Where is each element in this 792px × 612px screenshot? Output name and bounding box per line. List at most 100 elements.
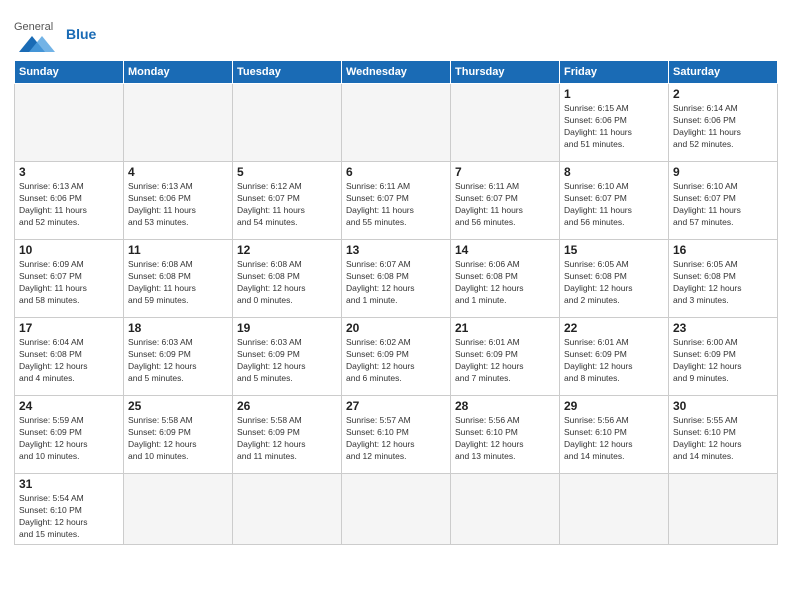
day-info: Sunrise: 6:01 AM Sunset: 6:09 PM Dayligh… [455, 337, 555, 385]
calendar-cell: 10Sunrise: 6:09 AM Sunset: 6:07 PM Dayli… [15, 240, 124, 318]
day-number: 10 [19, 243, 119, 257]
calendar-cell [560, 474, 669, 545]
calendar-cell: 23Sunrise: 6:00 AM Sunset: 6:09 PM Dayli… [669, 318, 778, 396]
day-number: 30 [673, 399, 773, 413]
calendar-cell: 25Sunrise: 5:58 AM Sunset: 6:09 PM Dayli… [124, 396, 233, 474]
weekday-header-monday: Monday [124, 61, 233, 84]
day-info: Sunrise: 5:58 AM Sunset: 6:09 PM Dayligh… [128, 415, 228, 463]
day-info: Sunrise: 6:15 AM Sunset: 6:06 PM Dayligh… [564, 103, 664, 151]
calendar-cell: 22 Sunrise: 6:01 AM Sunset: 6:09 PM Dayli… [560, 318, 669, 396]
day-number: 31 [19, 477, 119, 491]
calendar-cell: 15Sunrise: 6:05 AM Sunset: 6:08 PM Dayli… [560, 240, 669, 318]
day-number: 13 [346, 243, 446, 257]
day-number: 1 [564, 87, 664, 101]
day-number: 5 [237, 165, 337, 179]
weekday-header-saturday: Saturday [669, 61, 778, 84]
calendar-cell [15, 84, 124, 162]
day-number: 9 [673, 165, 773, 179]
calendar-cell [451, 84, 560, 162]
weekday-header-tuesday: Tuesday [233, 61, 342, 84]
calendar-cell: 31 Sunrise: 5:54 AM Sunset: 6:10 PM Dayli… [15, 474, 124, 545]
calendar-cell: 24Sunrise: 5:59 AM Sunset: 6:09 PM Dayli… [15, 396, 124, 474]
calendar-cell: 26Sunrise: 5:58 AM Sunset: 6:09 PM Dayli… [233, 396, 342, 474]
day-number: 6 [346, 165, 446, 179]
day-info: Sunrise: 5:56 AM Sunset: 6:10 PM Dayligh… [564, 415, 664, 463]
day-info: Sunrise: 5:58 AM Sunset: 6:09 PM Dayligh… [237, 415, 337, 463]
logo-blue: Blue [66, 26, 96, 42]
day-info: Sunrise: 6:11 AM Sunset: 6:07 PM Dayligh… [455, 181, 555, 229]
calendar-cell: 11Sunrise: 6:08 AM Sunset: 6:08 PM Dayli… [124, 240, 233, 318]
calendar-cell: 21 Sunrise: 6:01 AM Sunset: 6:09 PM Dayli… [451, 318, 560, 396]
day-info: Sunrise: 6:03 AM Sunset: 6:09 PM Dayligh… [128, 337, 228, 385]
day-number: 14 [455, 243, 555, 257]
logo-text: Blue [66, 26, 96, 42]
day-info: Sunrise: 6:00 AM Sunset: 6:09 PM Dayligh… [673, 337, 773, 385]
calendar-cell [233, 474, 342, 545]
calendar-cell: 27 Sunrise: 5:57 AM Sunset: 6:10 PM Dayli… [342, 396, 451, 474]
day-number: 27 [346, 399, 446, 413]
calendar-cell [342, 84, 451, 162]
calendar-cell [124, 474, 233, 545]
day-number: 29 [564, 399, 664, 413]
calendar-cell: 17Sunrise: 6:04 AM Sunset: 6:08 PM Dayli… [15, 318, 124, 396]
calendar-cell: 14 Sunrise: 6:06 AM Sunset: 6:08 PM Dayli… [451, 240, 560, 318]
calendar-cell [124, 84, 233, 162]
day-number: 2 [673, 87, 773, 101]
day-info: Sunrise: 6:13 AM Sunset: 6:06 PM Dayligh… [19, 181, 119, 229]
calendar-week-row: 10Sunrise: 6:09 AM Sunset: 6:07 PM Dayli… [15, 240, 778, 318]
day-info: Sunrise: 5:54 AM Sunset: 6:10 PM Dayligh… [19, 493, 119, 541]
day-number: 8 [564, 165, 664, 179]
weekday-header-friday: Friday [560, 61, 669, 84]
calendar-cell: 13 Sunrise: 6:07 AM Sunset: 6:08 PM Dayli… [342, 240, 451, 318]
day-info: Sunrise: 5:57 AM Sunset: 6:10 PM Dayligh… [346, 415, 446, 463]
calendar-cell: 3 Sunrise: 6:13 AM Sunset: 6:06 PM Daylig… [15, 162, 124, 240]
calendar-page: General Blue SundayMondayTuesdayWednesda… [0, 0, 792, 612]
calendar-cell: 18Sunrise: 6:03 AM Sunset: 6:09 PM Dayli… [124, 318, 233, 396]
day-info: Sunrise: 6:02 AM Sunset: 6:09 PM Dayligh… [346, 337, 446, 385]
calendar-cell: 30 Sunrise: 5:55 AM Sunset: 6:10 PM Dayli… [669, 396, 778, 474]
calendar-cell: 20 Sunrise: 6:02 AM Sunset: 6:09 PM Dayli… [342, 318, 451, 396]
calendar-cell [342, 474, 451, 545]
day-number: 24 [19, 399, 119, 413]
day-info: Sunrise: 6:11 AM Sunset: 6:07 PM Dayligh… [346, 181, 446, 229]
calendar-table: SundayMondayTuesdayWednesdayThursdayFrid… [14, 60, 778, 545]
calendar-cell [233, 84, 342, 162]
day-info: Sunrise: 6:10 AM Sunset: 6:07 PM Dayligh… [673, 181, 773, 229]
calendar-cell: 9 Sunrise: 6:10 AM Sunset: 6:07 PM Daylig… [669, 162, 778, 240]
day-info: Sunrise: 6:05 AM Sunset: 6:08 PM Dayligh… [673, 259, 773, 307]
day-number: 21 [455, 321, 555, 335]
day-info: Sunrise: 6:06 AM Sunset: 6:08 PM Dayligh… [455, 259, 555, 307]
weekday-header-sunday: Sunday [15, 61, 124, 84]
day-info: Sunrise: 6:07 AM Sunset: 6:08 PM Dayligh… [346, 259, 446, 307]
day-number: 20 [346, 321, 446, 335]
header: General Blue [14, 10, 778, 54]
day-info: Sunrise: 6:08 AM Sunset: 6:08 PM Dayligh… [128, 259, 228, 307]
weekday-header-wednesday: Wednesday [342, 61, 451, 84]
calendar-cell [451, 474, 560, 545]
day-number: 16 [673, 243, 773, 257]
day-number: 3 [19, 165, 119, 179]
calendar-week-row: 24Sunrise: 5:59 AM Sunset: 6:09 PM Dayli… [15, 396, 778, 474]
day-info: Sunrise: 5:55 AM Sunset: 6:10 PM Dayligh… [673, 415, 773, 463]
day-info: Sunrise: 6:08 AM Sunset: 6:08 PM Dayligh… [237, 259, 337, 307]
day-info: Sunrise: 5:56 AM Sunset: 6:10 PM Dayligh… [455, 415, 555, 463]
day-number: 15 [564, 243, 664, 257]
weekday-header-thursday: Thursday [451, 61, 560, 84]
day-info: Sunrise: 6:01 AM Sunset: 6:09 PM Dayligh… [564, 337, 664, 385]
calendar-week-row: 17Sunrise: 6:04 AM Sunset: 6:08 PM Dayli… [15, 318, 778, 396]
day-number: 28 [455, 399, 555, 413]
calendar-cell: 19Sunrise: 6:03 AM Sunset: 6:09 PM Dayli… [233, 318, 342, 396]
day-info: Sunrise: 6:10 AM Sunset: 6:07 PM Dayligh… [564, 181, 664, 229]
calendar-cell: 7Sunrise: 6:11 AM Sunset: 6:07 PM Daylig… [451, 162, 560, 240]
calendar-cell: 6 Sunrise: 6:11 AM Sunset: 6:07 PM Daylig… [342, 162, 451, 240]
svg-text:General: General [14, 21, 53, 33]
day-number: 22 [564, 321, 664, 335]
calendar-cell: 16 Sunrise: 6:05 AM Sunset: 6:08 PM Dayli… [669, 240, 778, 318]
calendar-cell: 12Sunrise: 6:08 AM Sunset: 6:08 PM Dayli… [233, 240, 342, 318]
day-number: 17 [19, 321, 119, 335]
day-number: 4 [128, 165, 228, 179]
calendar-cell: 28 Sunrise: 5:56 AM Sunset: 6:10 PM Dayli… [451, 396, 560, 474]
day-info: Sunrise: 6:13 AM Sunset: 6:06 PM Dayligh… [128, 181, 228, 229]
calendar-cell: 2Sunrise: 6:14 AM Sunset: 6:06 PM Daylig… [669, 84, 778, 162]
calendar-week-row: 1 Sunrise: 6:15 AM Sunset: 6:06 PM Daylig… [15, 84, 778, 162]
